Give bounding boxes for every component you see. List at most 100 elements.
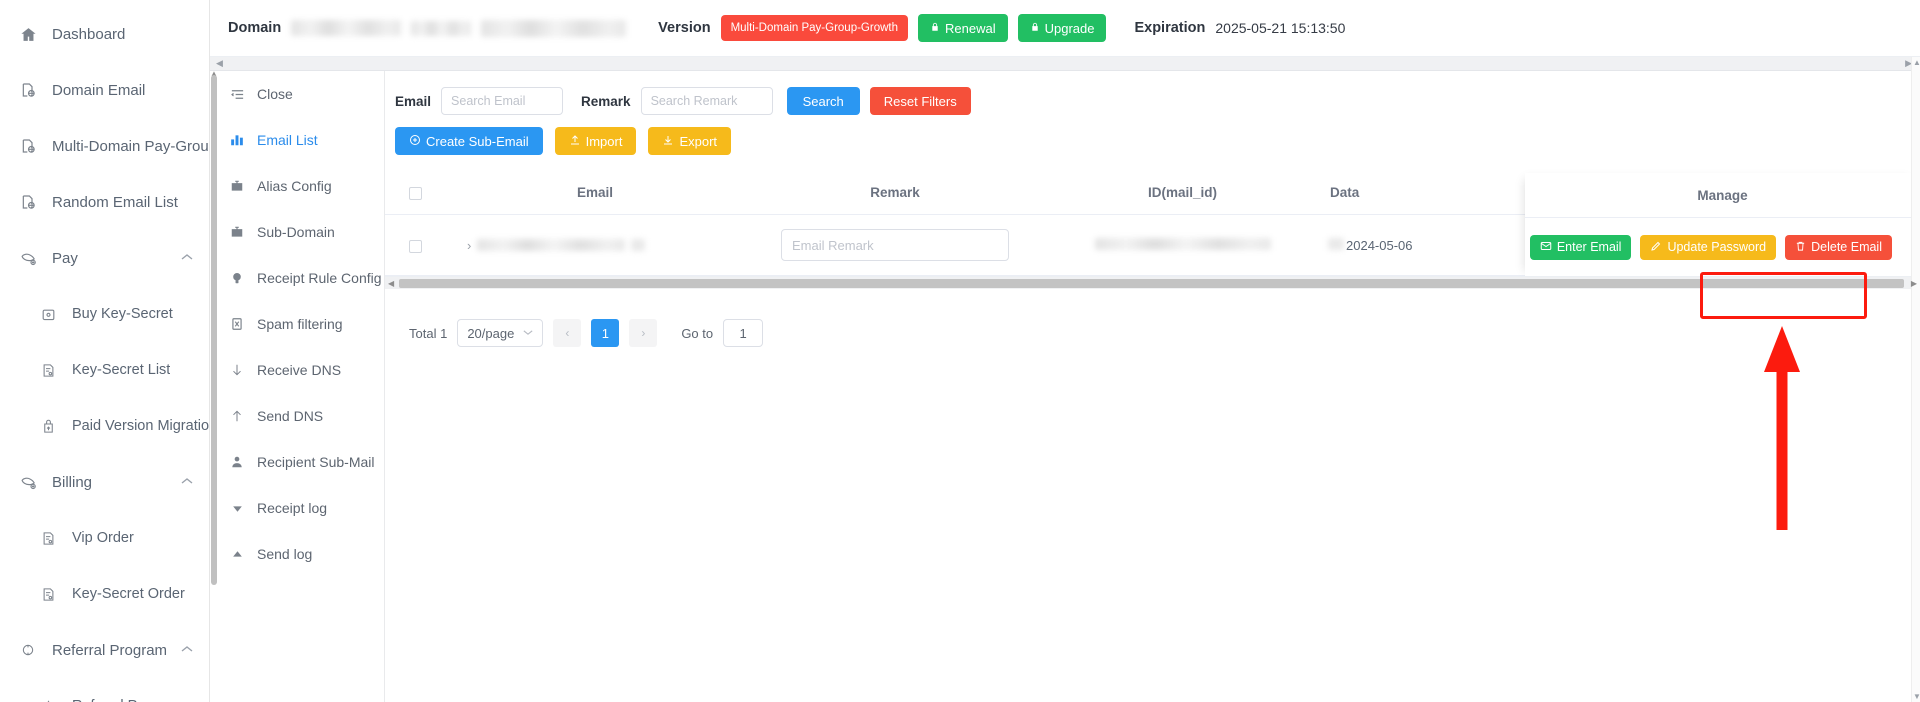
chevron-up-icon[interactable] — [181, 642, 193, 656]
create-sub-email-button[interactable]: Create Sub-Email — [395, 127, 543, 155]
scroll-up-arrow-icon[interactable]: ▲ — [1913, 58, 1920, 67]
referral-user-icon — [38, 696, 58, 702]
column-header-manage-under — [1520, 173, 1920, 215]
sidebar-item-random-email-list[interactable]: Random Email List — [0, 174, 209, 230]
inner-menu-label: Receipt log — [257, 500, 328, 516]
horizontal-scroll-thumb[interactable] — [399, 278, 1904, 288]
inner-menu-item-spam-filtering[interactable]: Spam filtering — [210, 301, 384, 347]
version-badge: Multi-Domain Pay-Group-Growth — [720, 15, 908, 41]
briefcase-icon — [228, 225, 246, 239]
inner-menu-item-send-dns[interactable]: Send DNS — [210, 393, 384, 439]
pagination: Total 1 20/page ‹ 1 › Go to — [385, 289, 1920, 347]
download-icon — [662, 134, 674, 148]
inner-menu-item-recipient-sub-mail[interactable]: Recipient Sub-Mail — [210, 439, 384, 485]
panel-collapse-strip[interactable]: ◀ ▶ — [210, 57, 1920, 71]
search-email-input[interactable] — [441, 87, 564, 115]
total-count-label: Total 1 — [409, 325, 448, 341]
export-button[interactable]: Export — [648, 127, 732, 155]
version-label: Version — [658, 20, 711, 36]
scroll-down-arrow-icon[interactable]: ▼ — [1913, 692, 1920, 701]
sidebar-item-label: Key-Secret List — [72, 362, 171, 378]
inner-menu-label: Send DNS — [257, 408, 324, 424]
upgrade-button[interactable]: Upgrade — [1017, 14, 1107, 42]
inner-menu-item-alias-config[interactable]: Alias Config — [210, 163, 384, 209]
inner-menu-item-receipt-log[interactable]: Receipt log — [210, 485, 384, 531]
triangle-down-icon — [228, 502, 246, 515]
sidebar-item-label: Key-Secret Order — [72, 586, 185, 602]
sidebar-item-domain-email[interactable]: Domain Email — [0, 62, 209, 118]
inner-menu-item-send-log[interactable]: Send log — [210, 531, 384, 577]
sidebar-item-key-secret-list[interactable]: Key-Secret List — [0, 342, 209, 398]
scroll-right-arrow-icon[interactable]: ▶ — [1911, 279, 1917, 288]
email-value-blurred — [477, 239, 626, 251]
page-size-select[interactable]: 20/page — [457, 319, 544, 347]
scroll-left-arrow-icon[interactable]: ◀ — [388, 279, 394, 288]
update-password-button[interactable]: Update Password — [1640, 234, 1777, 260]
sidebar-item-multi-domain-pay-group[interactable]: Multi-Domain Pay-Group — [0, 118, 209, 174]
manage-actions-cell: Enter Email Update Password Delete Email — [1525, 218, 1920, 277]
inner-menu-scrollbar[interactable]: ▲ — [210, 71, 218, 702]
sidebar-item-label: Domain Email — [52, 81, 146, 99]
list-doc-icon — [38, 360, 58, 380]
renewal-button[interactable]: Renewal — [918, 14, 1008, 42]
email-remark-input[interactable] — [781, 229, 1009, 261]
inner-menu-label: Recipient Sub-Mail — [257, 454, 375, 470]
import-button[interactable]: Import — [554, 127, 637, 155]
inner-menu-item-receipt-rule-config[interactable]: Receipt Rule Config — [210, 255, 384, 301]
sidebar-item-referral-program[interactable]: Referral Program — [0, 678, 209, 702]
inner-menu-item-sub-domain[interactable]: Sub-Domain — [210, 209, 384, 255]
table-header-row: Email Remark ID(mail_id) Data — [385, 173, 1920, 215]
delete-email-button[interactable]: Delete Email — [1785, 234, 1892, 260]
page-vertical-scrollbar[interactable]: ▲ ▼ — [1911, 57, 1920, 702]
briefcase-icon — [228, 179, 246, 193]
sidebar-item-paid-version-migration[interactable]: Paid Version Migration — [0, 398, 209, 454]
sidebar-group-pay[interactable]: Pay — [0, 230, 209, 286]
app-root: Dashboard Domain Email Multi-Domain Pay-… — [0, 0, 1920, 702]
inner-menu-scroll-thumb[interactable] — [211, 75, 217, 585]
sidebar-group-referral-program[interactable]: Referral Program — [0, 622, 209, 678]
page-number-1[interactable]: 1 — [591, 319, 620, 347]
caret-left-icon[interactable]: ◀ — [216, 58, 223, 69]
domain-topbar: Domain Version Multi-Domain Pay-Group-Gr… — [210, 0, 1920, 57]
chevron-up-icon[interactable] — [181, 474, 193, 488]
chevron-up-icon[interactable] — [181, 250, 193, 264]
goto-page-input[interactable] — [723, 319, 764, 347]
sidebar-item-label: Referral Program — [72, 698, 183, 702]
sidebar-item-key-secret-order[interactable]: Key-Secret Order — [0, 566, 209, 622]
referral-icon — [18, 640, 38, 660]
plus-circle-icon — [409, 134, 421, 148]
row-checkbox[interactable] — [408, 239, 422, 253]
row-mail-id-cell — [1045, 214, 1320, 276]
list-doc-icon — [38, 584, 58, 604]
row-expand-icon[interactable]: › — [467, 238, 471, 253]
content-body: ▲ Close Email List — [210, 71, 1920, 702]
pay-icon — [18, 472, 38, 492]
sidebar-item-vip-order[interactable]: Vip Order — [0, 510, 209, 566]
search-remark-input[interactable] — [640, 87, 773, 115]
column-header-remark: Remark — [745, 173, 1045, 215]
email-value-blurred-tail — [631, 239, 646, 251]
table-horizontal-scrollbar[interactable]: ◀ ▶ — [385, 276, 1920, 289]
select-all-checkbox[interactable] — [408, 186, 422, 200]
sidebar-group-billing[interactable]: Billing — [0, 454, 209, 510]
sidebar-group-label: Referral Program — [52, 641, 168, 659]
inner-menu-item-receive-dns[interactable]: Receive DNS — [210, 347, 384, 393]
sidebar-item-dashboard[interactable]: Dashboard — [0, 6, 209, 62]
domain-value-blurred-3 — [481, 19, 627, 37]
mail-id-value-blurred — [1094, 237, 1271, 250]
email-table-wrapper: Email Remark ID(mail_id) Data › Email Re… — [385, 173, 1920, 277]
reset-filters-button[interactable]: Reset Filters — [869, 87, 971, 115]
sidebar-item-label: Buy Key-Secret — [72, 306, 173, 322]
sidebar-item-buy-key-secret[interactable]: Buy Key-Secret — [0, 286, 209, 342]
search-button[interactable]: Search — [786, 87, 860, 115]
next-page-button[interactable]: › — [629, 319, 658, 347]
update-password-label: Update Password — [1667, 239, 1767, 254]
email-list-panel: Email Remark Search Reset Filters Create… — [385, 71, 1920, 702]
inner-menu-item-close[interactable]: Close — [210, 71, 384, 117]
inner-menu-item-email-list[interactable]: Email List — [210, 117, 384, 163]
upload-icon — [569, 134, 581, 148]
inner-menu-label: Close — [257, 86, 293, 102]
enter-email-button[interactable]: Enter Email — [1529, 234, 1632, 260]
prev-page-button[interactable]: ‹ — [553, 319, 582, 347]
sidebar-item-label: Dashboard — [52, 25, 126, 43]
